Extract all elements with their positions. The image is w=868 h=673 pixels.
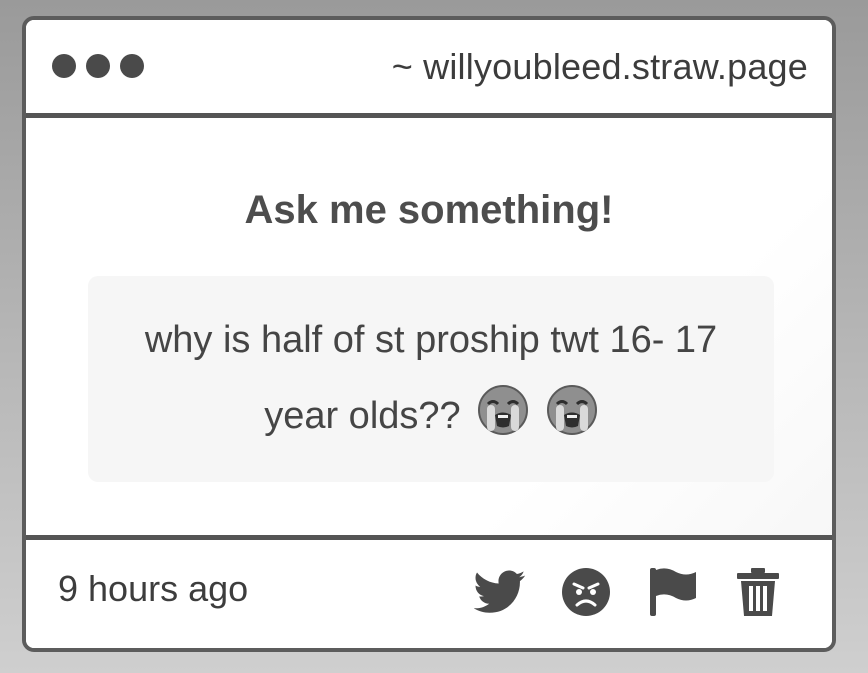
- report-button[interactable]: [646, 566, 698, 618]
- loudly-crying-face-icon: [478, 385, 529, 435]
- delete-button[interactable]: [732, 566, 784, 618]
- action-bar: [474, 566, 784, 618]
- window-titlebar: ~ willyoubleed.straw.page: [26, 20, 832, 118]
- window-dot: [120, 54, 144, 78]
- page-title: Ask me something!: [244, 188, 614, 232]
- angry-face-icon: [562, 568, 610, 616]
- question-card: ~ willyoubleed.straw.page Ask me somethi…: [22, 16, 836, 652]
- window-dot: [52, 54, 76, 78]
- trash-icon: [737, 568, 779, 616]
- question-footer: 9 hours ago: [26, 535, 832, 648]
- block-button[interactable]: [560, 566, 612, 618]
- flag-icon: [650, 568, 696, 616]
- question-content: Ask me something! why is half of st pros…: [26, 118, 832, 544]
- question-text: why is half of st proship twt 16- 17 yea…: [144, 319, 718, 437]
- twitter-bird-icon: [474, 570, 526, 613]
- timestamp: 9 hours ago: [58, 568, 249, 609]
- window-dot: [86, 54, 110, 78]
- page-url: ~ willyoubleed.straw.page: [391, 46, 808, 87]
- loudly-crying-face-icon: [546, 385, 597, 435]
- window-controls: [52, 54, 144, 78]
- share-twitter-button[interactable]: [474, 566, 526, 618]
- question-box: why is half of st proship twt 16- 17 yea…: [88, 276, 774, 482]
